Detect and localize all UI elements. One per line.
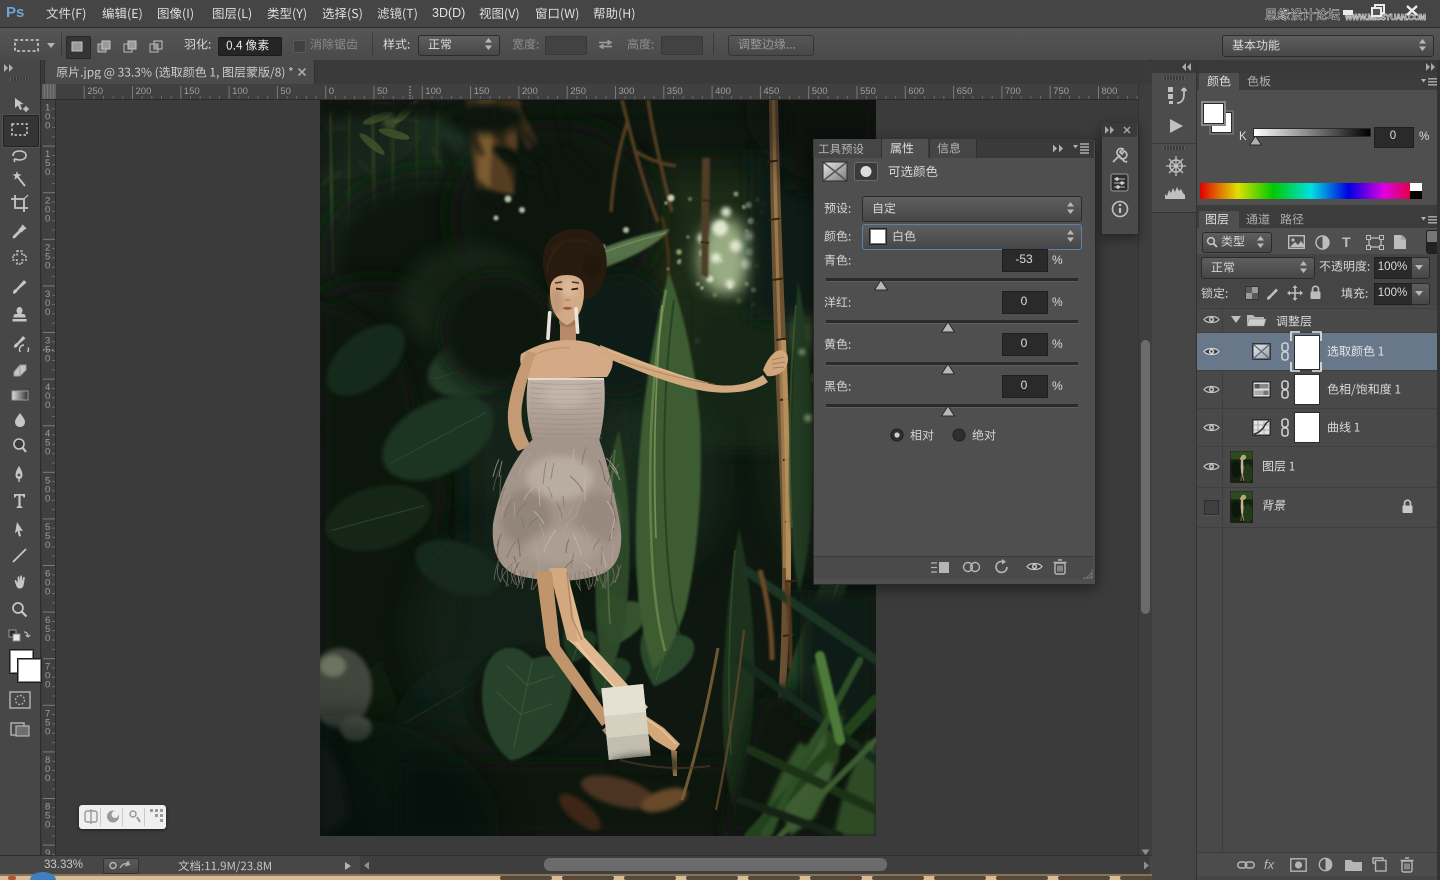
svg-text:150: 150	[184, 86, 200, 97]
svg-text:700: 700	[1005, 86, 1021, 97]
svg-text:750: 750	[1053, 86, 1069, 97]
svg-text:100: 100	[232, 86, 248, 97]
svg-text:650: 650	[957, 86, 973, 97]
svg-text:50: 50	[377, 86, 388, 97]
svg-text:250: 250	[570, 86, 586, 97]
svg-text:0: 0	[45, 307, 50, 318]
svg-text:50: 50	[280, 86, 291, 97]
svg-text:0: 0	[45, 680, 50, 691]
svg-text:200: 200	[522, 86, 538, 97]
svg-text:0: 0	[329, 86, 334, 97]
svg-text:300: 300	[619, 86, 635, 97]
svg-text:450: 450	[763, 86, 779, 97]
svg-text:400: 400	[715, 86, 731, 97]
svg-text:550: 550	[860, 86, 876, 97]
svg-text:0: 0	[45, 493, 50, 504]
svg-text:0: 0	[45, 260, 50, 271]
svg-text:0: 0	[45, 726, 50, 737]
svg-text:350: 350	[667, 86, 683, 97]
svg-text:250: 250	[87, 86, 103, 97]
svg-text:0: 0	[45, 400, 50, 411]
svg-text:800: 800	[1102, 86, 1118, 97]
svg-text:0: 0	[45, 447, 50, 458]
svg-text:0: 0	[45, 773, 50, 784]
svg-text:0: 0	[45, 540, 50, 551]
svg-text:0: 0	[45, 121, 50, 132]
svg-text:500: 500	[812, 86, 828, 97]
svg-text:0: 0	[45, 633, 50, 644]
svg-text:100: 100	[425, 86, 441, 97]
svg-text:0: 0	[45, 167, 50, 178]
svg-text:0: 0	[45, 354, 50, 365]
svg-text:600: 600	[908, 86, 924, 97]
svg-text:150: 150	[474, 86, 490, 97]
svg-text:0: 0	[45, 214, 50, 225]
svg-text:200: 200	[136, 86, 152, 97]
svg-text:0: 0	[45, 820, 50, 831]
svg-text:9: 9	[45, 848, 50, 855]
svg-text:0: 0	[45, 587, 50, 598]
